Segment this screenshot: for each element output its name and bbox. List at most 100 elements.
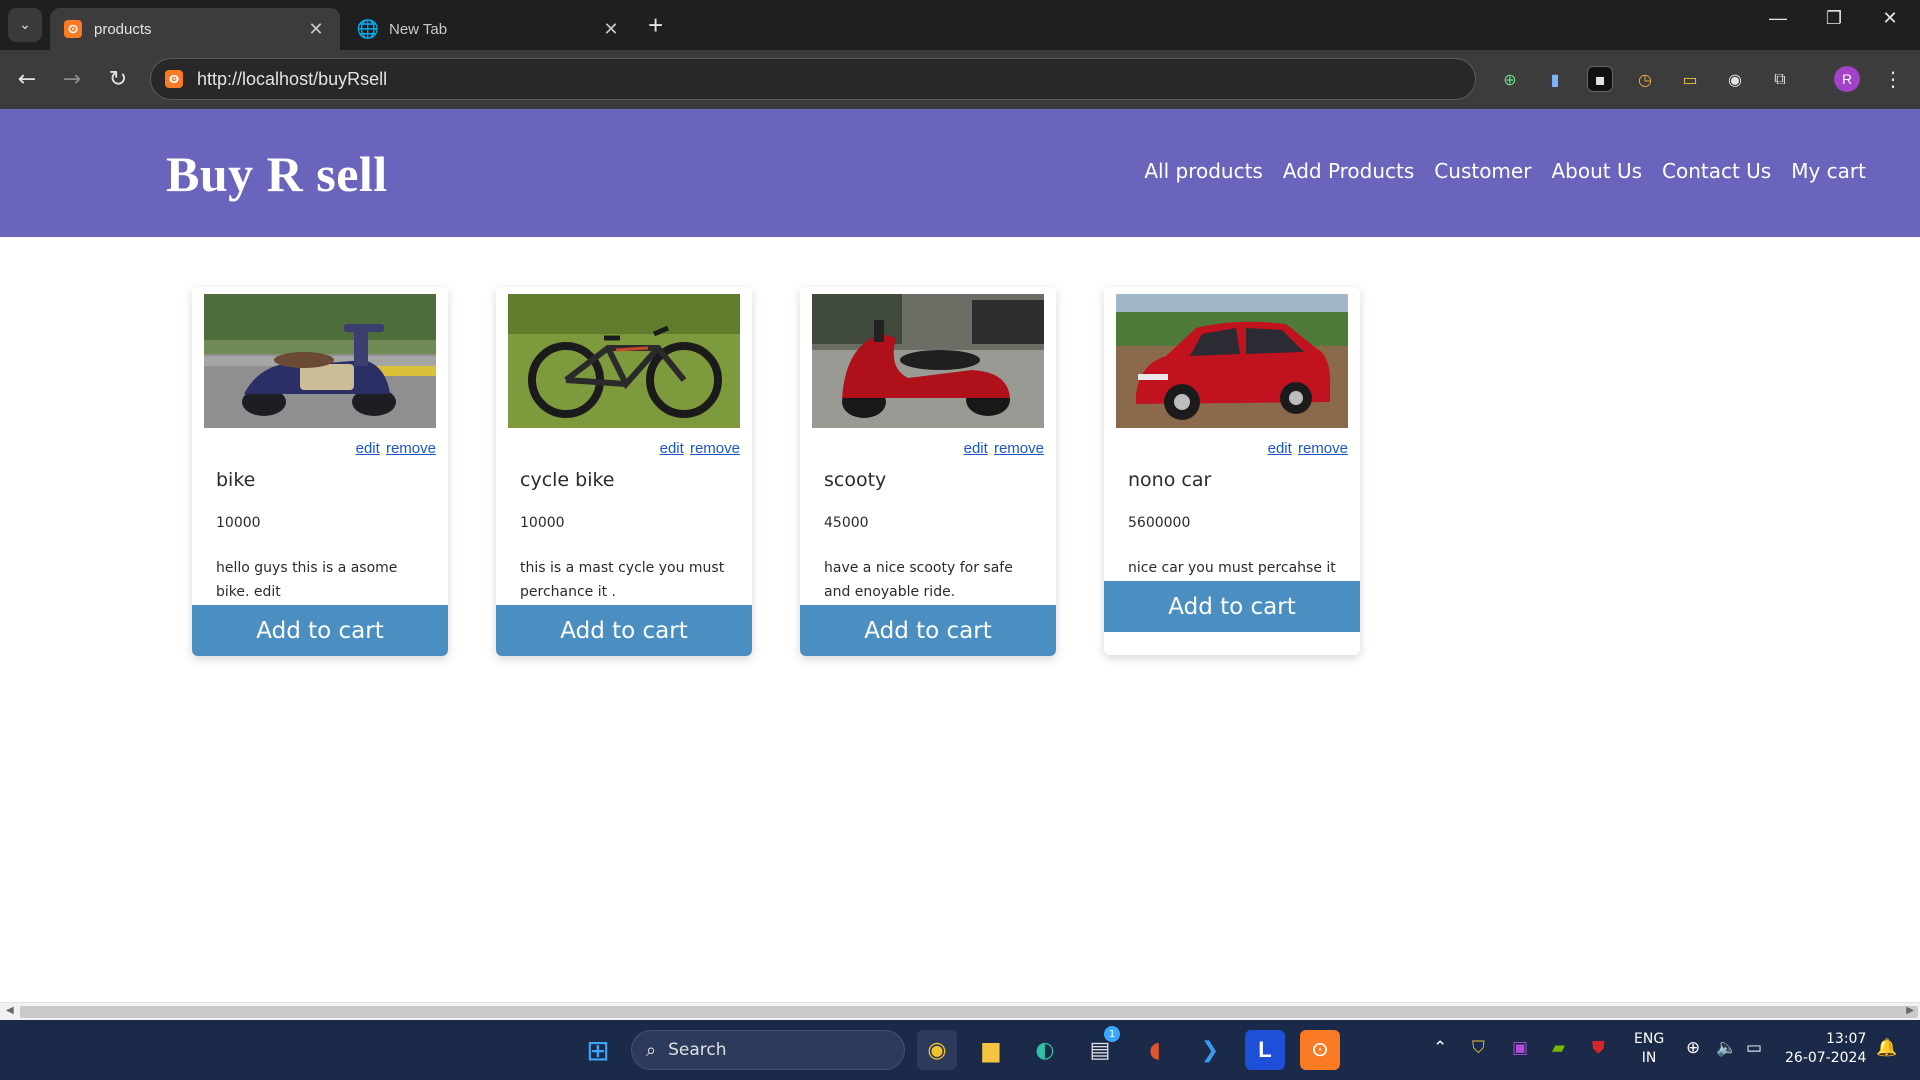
nav-add-products[interactable]: Add Products (1283, 159, 1414, 183)
scroll-left-arrow-icon[interactable]: ◀ (6, 1005, 14, 1016)
close-icon[interactable]: ✕ (601, 19, 621, 40)
product-name: nono car (1128, 469, 1212, 491)
site-header: Buy R sell All products Add Products Cus… (0, 109, 1920, 237)
notes-extension-icon[interactable]: ▮ (1542, 66, 1568, 92)
close-window-button[interactable]: ✕ (1870, 8, 1910, 29)
arrow-left-icon: ← (17, 66, 37, 92)
reload-button[interactable]: ↻ (103, 64, 133, 94)
product-description: this is a mast cycle you must perchance … (520, 560, 725, 600)
network-icon[interactable]: ⊕ (1686, 1038, 1700, 1058)
chrome-icon[interactable]: ◉ (917, 1030, 957, 1070)
add-to-cart-button[interactable]: Add to cart (800, 605, 1056, 656)
windows-taskbar: ⊞ ⌕ Search ◉ ▆ ◐ ▤ 1 ◖ ❯ L ⵙ ⌃ ⛉ ▣ ▰ ⛊ EN… (0, 1020, 1920, 1080)
edit-link[interactable]: edit (356, 440, 380, 457)
xampp-icon[interactable]: ⵙ (1300, 1030, 1340, 1070)
minimize-button[interactable]: — (1758, 8, 1798, 29)
product-image-scooty (812, 294, 1044, 428)
tab-title: New Tab (389, 20, 448, 38)
chevron-down-icon: ⌄ (19, 17, 31, 33)
profile-avatar[interactable]: R (1834, 66, 1860, 92)
scroll-right-arrow-icon[interactable]: ▶ (1906, 1005, 1914, 1016)
more-menu-icon[interactable]: ⋮ (1880, 66, 1906, 92)
horizontal-scrollbar[interactable]: ◀ ▶ (0, 1002, 1920, 1020)
reload-icon: ↻ (108, 66, 128, 92)
tab-new-tab[interactable]: 🌐 New Tab ✕ (345, 8, 635, 50)
edge-icon[interactable]: ◐ (1025, 1030, 1065, 1070)
product-image-nono-car (1116, 294, 1348, 428)
vscode-icon[interactable]: ❯ (1190, 1030, 1230, 1070)
remove-link[interactable]: remove (1298, 440, 1348, 457)
tab-title: products (94, 20, 152, 38)
edit-link[interactable]: edit (1268, 440, 1292, 457)
product-image-cycle-bike (508, 294, 740, 428)
address-bar[interactable]: ⵙ http://localhost/buyRsell (150, 58, 1476, 100)
tab-products[interactable]: ⵙ products ✕ (50, 8, 340, 50)
remove-link[interactable]: remove (386, 440, 436, 457)
nvidia-icon[interactable]: ▰ (1552, 1038, 1565, 1058)
nav-all-products[interactable]: All products (1144, 159, 1263, 183)
windows-start-icon[interactable]: ⊞ (578, 1030, 618, 1070)
arrow-right-icon: → (62, 66, 82, 92)
edit-link[interactable]: edit (964, 440, 988, 457)
card-actions: edit remove (1104, 428, 1360, 457)
site-brand[interactable]: Buy R sell (166, 145, 388, 203)
scrollbar-thumb[interactable] (20, 1006, 1918, 1018)
restore-button[interactable]: ❐ (1814, 8, 1854, 29)
xampp-favicon-icon: ⵙ (64, 20, 82, 38)
region-code: IN (1641, 1050, 1657, 1066)
add-to-cart-button[interactable]: Add to cart (496, 605, 752, 656)
timer-extension-icon[interactable]: ◷ (1632, 66, 1658, 92)
nav-about-us[interactable]: About Us (1551, 159, 1642, 183)
product-price: 5600000 (1128, 515, 1191, 531)
language-indicator[interactable]: ENG IN (1634, 1030, 1664, 1068)
close-icon[interactable]: ✕ (306, 19, 326, 40)
product-price: 45000 (824, 515, 869, 531)
forward-button[interactable]: → (57, 64, 87, 94)
remove-link[interactable]: remove (994, 440, 1044, 457)
product-card: edit remove bike 10000 hello guys this i… (192, 287, 448, 656)
reader-extension-icon[interactable]: ◉ (1722, 66, 1748, 92)
nav-contact-us[interactable]: Contact Us (1662, 159, 1771, 183)
search-icon: ⌕ (646, 1039, 657, 1061)
search-label: Search (668, 1040, 727, 1060)
notification-bell-icon[interactable]: 🔔 (1876, 1038, 1897, 1058)
store-badge: 1 (1104, 1026, 1120, 1042)
product-card: edit remove cycle bike 10000 this is a m… (496, 287, 752, 656)
product-name: bike (216, 469, 256, 491)
cast-extension-icon[interactable]: ▭ (1677, 66, 1703, 92)
product-card: edit remove scooty 45000 have a nice sco… (800, 287, 1056, 656)
card-actions: edit remove (800, 428, 1056, 457)
app-l-icon[interactable]: L (1245, 1030, 1285, 1070)
powerpoint-icon[interactable]: ◖ (1135, 1030, 1175, 1070)
add-extension-icon[interactable]: ⊕ (1497, 66, 1523, 92)
product-card: edit remove nono car 5600000 nice car yo… (1104, 287, 1360, 655)
new-tab-button[interactable]: + (648, 10, 663, 41)
clock-time: 13:07 (1826, 1031, 1867, 1047)
nav-customer[interactable]: Customer (1434, 159, 1531, 183)
card-actions: edit remove (192, 428, 448, 457)
add-to-cart-button[interactable]: Add to cart (1104, 581, 1360, 632)
back-button[interactable]: ← (12, 64, 42, 94)
puzzle-icon[interactable]: ⧉ (1767, 66, 1793, 92)
tab-extension-icon[interactable]: ▪ (1587, 66, 1613, 92)
taskbar-search[interactable]: ⌕ Search (631, 1030, 905, 1070)
system-clock[interactable]: 13:07 26-07-2024 (1785, 1030, 1866, 1068)
mcafee-icon[interactable]: ⛊ (1592, 1038, 1605, 1058)
product-description: hello guys this is a asome bike. edit (216, 560, 398, 600)
product-name: cycle bike (520, 469, 615, 491)
product-name: scooty (824, 469, 887, 491)
onenote-icon[interactable]: ▣ (1512, 1038, 1528, 1058)
nav-my-cart[interactable]: My cart (1791, 159, 1866, 183)
security-icon[interactable]: ⛉ (1472, 1038, 1485, 1058)
chevron-up-icon[interactable]: ⌃ (1433, 1038, 1447, 1058)
volume-icon[interactable]: 🔈 (1716, 1038, 1737, 1058)
battery-icon[interactable]: ▭ (1746, 1038, 1762, 1058)
site-nav: All products Add Products Customer About… (1144, 159, 1866, 183)
add-to-cart-button[interactable]: Add to cart (192, 605, 448, 656)
store-icon[interactable]: ▤ 1 (1080, 1026, 1120, 1070)
language-code: ENG (1634, 1031, 1665, 1047)
remove-link[interactable]: remove (690, 440, 740, 457)
edit-link[interactable]: edit (660, 440, 684, 457)
file-explorer-icon[interactable]: ▆ (971, 1030, 1011, 1070)
tab-search-button[interactable]: ⌄ (8, 8, 42, 42)
